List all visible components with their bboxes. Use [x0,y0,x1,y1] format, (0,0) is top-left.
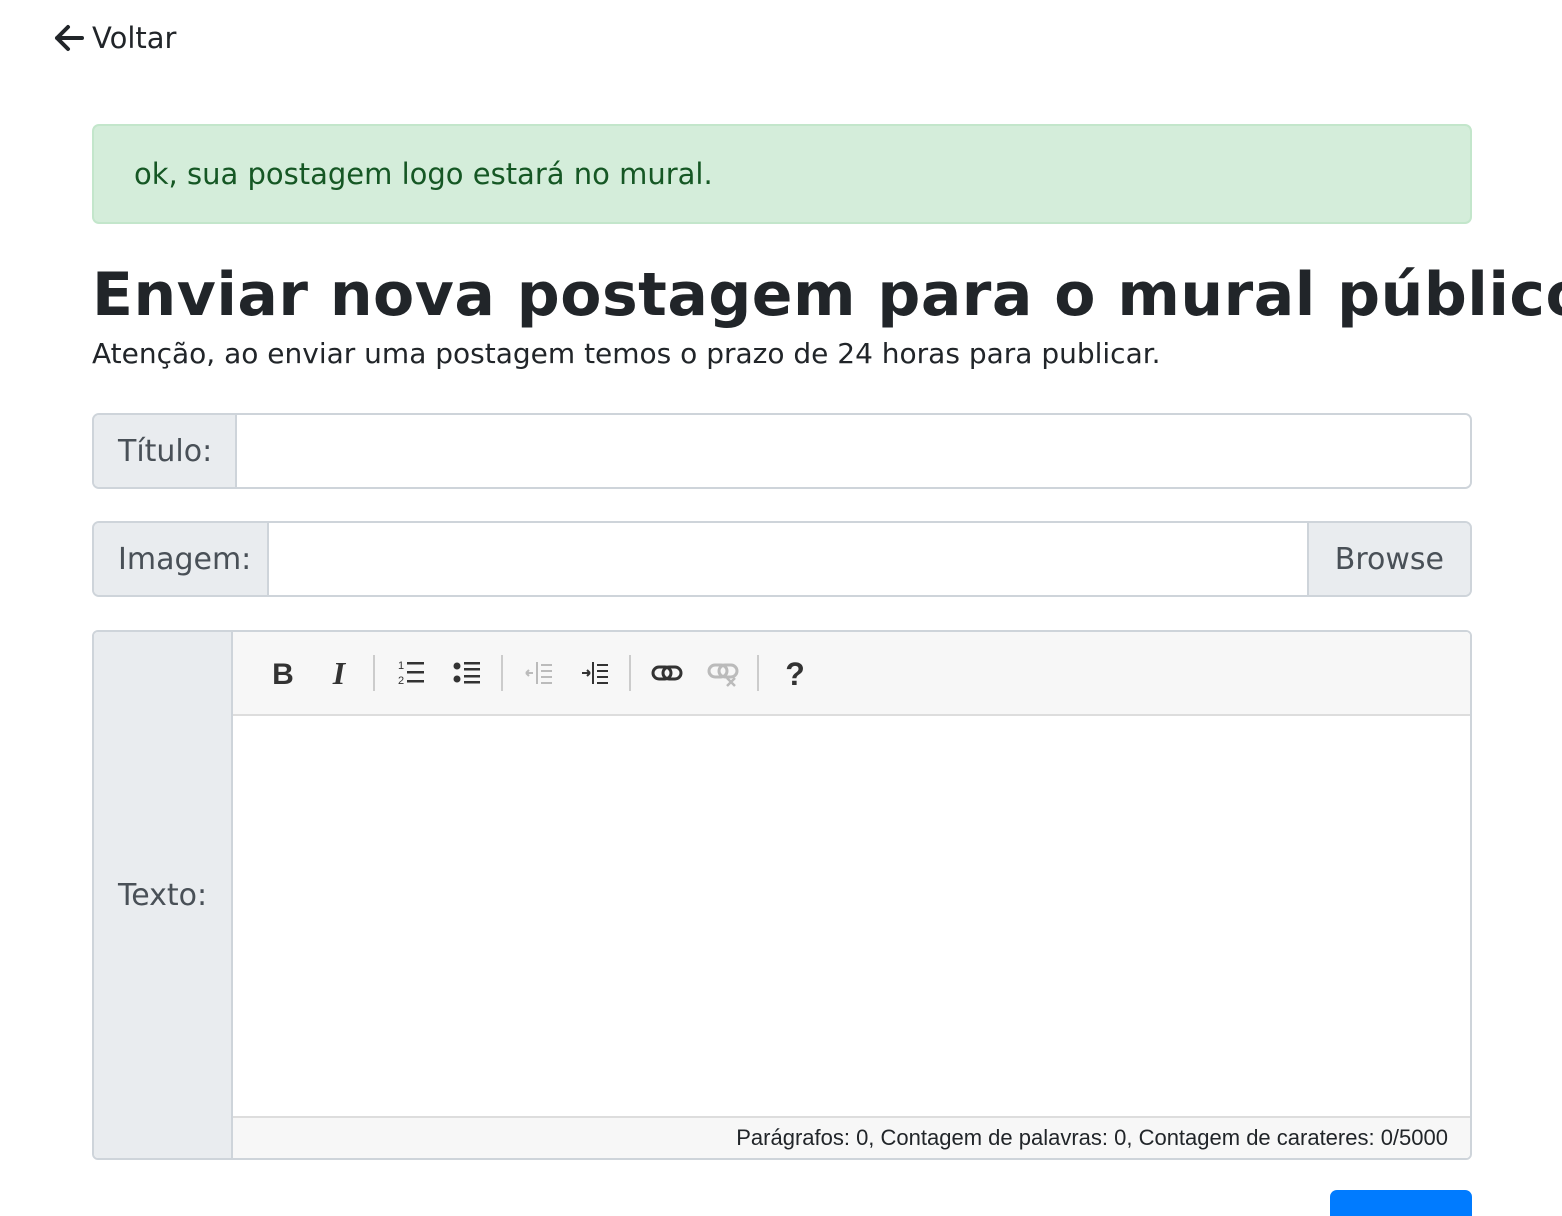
help-button[interactable]: ? [771,649,819,697]
title-input-group: Título: [92,413,1472,489]
title-input[interactable] [237,415,1470,487]
editor-text-area[interactable] [233,716,1470,1116]
toolbar-separator [373,655,375,691]
svg-text:2: 2 [398,675,404,687]
bold-icon: B [272,658,294,689]
ordered-list-button[interactable]: 1 2 [387,649,435,697]
link-button[interactable] [643,649,691,697]
browse-button[interactable]: Browse [1306,523,1470,595]
main-container: ok, sua postagem logo estará no mural. E… [92,124,1562,1160]
indent-button[interactable] [571,649,619,697]
svg-text:1: 1 [398,660,404,672]
outdent-button[interactable] [515,649,563,697]
unordered-list-icon [453,662,480,684]
text-input-group: Texto: B I 1 2 ? Parágrafos: 0, Contagem… [92,630,1472,1160]
page-subtitle: Atenção, ao enviar uma postagem temos o … [92,337,1161,370]
image-label: Imagem: [94,523,269,595]
svg-text:B: B [272,658,294,689]
alert-message: ok, sua postagem logo estará no mural. [134,157,713,191]
toolbar-separator [629,655,631,691]
unlink-button[interactable] [699,649,747,697]
bold-button[interactable]: B [259,649,307,697]
help-icon: ? [785,656,805,690]
rich-text-editor: B I 1 2 ? Parágrafos: 0, Contagem de pal… [233,632,1470,1158]
back-link[interactable]: Voltar [54,18,176,58]
editor-toolbar: B I 1 2 ? [233,632,1470,716]
italic-button[interactable]: I [315,649,363,697]
italic-icon: I [332,657,347,689]
ordered-list-icon: 1 2 [398,660,424,687]
unordered-list-button[interactable] [443,649,491,697]
image-input-group: Imagem: Browse [92,521,1472,597]
submit-button[interactable] [1330,1190,1472,1216]
arrow-left-icon [54,23,84,53]
editor-status-text: Parágrafos: 0, Contagem de palavras: 0, … [736,1125,1448,1150]
toolbar-separator [501,655,503,691]
image-file-input[interactable] [269,523,1307,595]
title-label: Título: [94,415,237,487]
editor-statusbar: Parágrafos: 0, Contagem de palavras: 0, … [233,1116,1470,1158]
outdent-icon [525,662,552,684]
svg-text:I: I [332,657,347,689]
indent-icon [582,662,608,684]
toolbar-separator [757,655,759,691]
link-icon [651,665,683,681]
text-label: Texto: [94,632,233,1158]
success-alert: ok, sua postagem logo estará no mural. [92,124,1472,224]
page-title: Enviar nova postagem para o mural públic… [92,260,1562,330]
svg-text:?: ? [785,656,805,690]
unlink-icon [707,663,739,687]
back-label: Voltar [92,21,177,55]
